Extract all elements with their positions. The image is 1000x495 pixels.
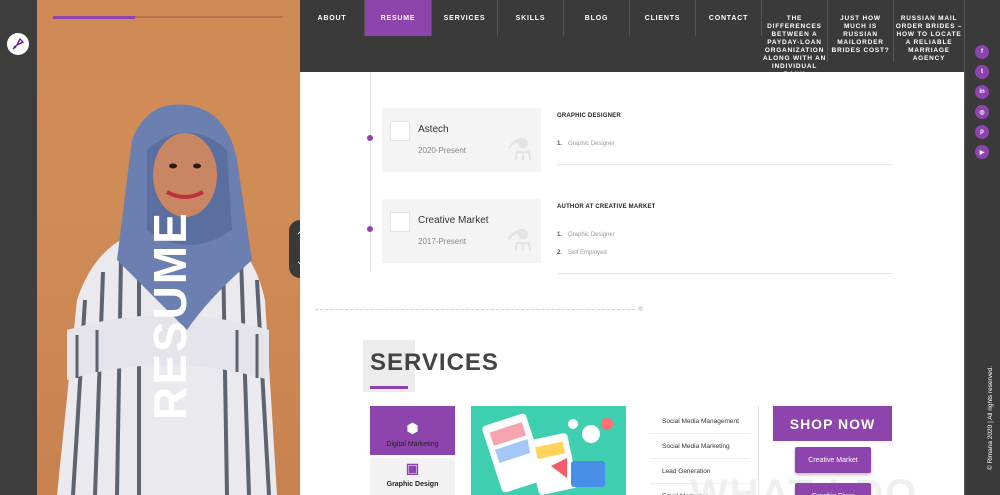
company-name: Astech [418, 124, 449, 135]
right-sidebar: f t in ◎ p ▶ © Rimana 2020 | All rights … [964, 0, 1000, 495]
flask-icon: ⚗ [506, 134, 533, 167]
flask-icon: ⚗ [506, 225, 533, 258]
creative-market-button[interactable]: Creative Market [795, 447, 871, 473]
timeline-dot [367, 226, 373, 232]
resume-company-card: Creative Market 2017-Present ⚗ [382, 199, 541, 263]
timeline-dot [367, 135, 373, 141]
linkedin-icon[interactable]: in [975, 85, 989, 99]
top-navigation: ABOUT RESUME SERVICES SKILLS BLOG CLIENT… [300, 0, 964, 78]
twitter-icon[interactable]: t [975, 65, 989, 79]
job-duty-text: Graphic Designer [568, 141, 615, 147]
hero-photo: RESUME [37, 0, 300, 495]
cubes-icon: ⬢ [406, 420, 419, 436]
company-logo [390, 212, 410, 232]
nav-blog[interactable]: BLOG [564, 0, 630, 36]
nav-services[interactable]: SERVICES [432, 0, 498, 36]
service-list-item: Social Media Marketing [650, 434, 750, 459]
company-logo [390, 121, 410, 141]
company-years: 2020-Present [418, 146, 467, 155]
section-divider [315, 309, 635, 310]
entry-divider [557, 273, 892, 274]
main-content: Astech 2020-Present ⚗ GRAPHIC DESIGNER 1… [300, 72, 964, 495]
nav-clients[interactable]: CLIENTS [630, 0, 696, 36]
service-tab-label: Digital Marketing [386, 441, 439, 448]
left-sidebar [0, 0, 37, 495]
nav-post-marriage-agency[interactable]: RUSSIAN MAIL ORDER BRIDES – HOW TO LOCAT… [894, 0, 964, 62]
nav-contact[interactable]: CONTACT [696, 0, 762, 36]
service-list-item: Social Media Management [650, 409, 750, 434]
job-duty-item: 2. Self Employed [557, 250, 607, 256]
job-duty-number: 1. [557, 232, 563, 238]
hero-vertical-title: RESUME [144, 211, 196, 420]
service-tab-label: Graphic Design [386, 481, 439, 488]
image-icon: ▣ [405, 460, 420, 476]
entry-divider [557, 164, 892, 165]
pen-nib-icon[interactable] [7, 33, 29, 55]
job-duty-number: 1. [557, 141, 563, 147]
resume-company-card: Astech 2020-Present ⚗ [382, 108, 541, 172]
company-name: Creative Market [418, 215, 489, 226]
shop-now-heading: SHOP NOW [773, 406, 892, 441]
services-heading: SERVICES [370, 349, 499, 376]
job-duty-item: 1. Graphic Designer [557, 141, 615, 147]
nav-post-payday-loan[interactable]: THE DIFFERENCES BETWEEN A PAYDAY-LOAN OR… [762, 0, 828, 78]
graphic-river-button[interactable]: Graphic River [795, 483, 871, 495]
nav-post-mailorder-cost[interactable]: JUST HOW MUCH IS RUSSIAN MAILORDER BRIDE… [828, 0, 894, 62]
services-heading-underline [370, 386, 408, 389]
instagram-icon[interactable]: ◎ [975, 105, 989, 119]
facebook-icon[interactable]: f [975, 45, 989, 59]
job-title: GRAPHIC DESIGNER [557, 113, 621, 119]
timeline-line [370, 72, 371, 272]
job-duty-number: 2. [557, 250, 563, 256]
pinterest-icon[interactable]: p [975, 125, 989, 139]
youtube-icon[interactable]: ▶ [975, 145, 989, 159]
job-title: AUTHOR AT CREATIVE MARKET [557, 204, 656, 210]
company-years: 2017-Present [418, 237, 467, 246]
job-duty-item: 1. Graphic Designer [557, 232, 615, 238]
job-duty-text: Graphic Designer [568, 232, 615, 238]
section-divider-dot [638, 306, 643, 311]
nav-skills[interactable]: SKILLS [498, 0, 564, 36]
service-tab-digital-marketing[interactable]: ⬢ Digital Marketing [370, 406, 455, 455]
digital-marketing-illustration [471, 406, 626, 495]
nav-resume[interactable]: RESUME [365, 0, 432, 36]
service-tab-graphic-design[interactable]: ▣ Graphic Design [370, 458, 455, 495]
nav-about[interactable]: ABOUT [300, 0, 365, 36]
job-duty-text: Self Employed [568, 250, 607, 256]
copyright-text: © Rimana 2020 | All rights reserved. [987, 365, 994, 470]
